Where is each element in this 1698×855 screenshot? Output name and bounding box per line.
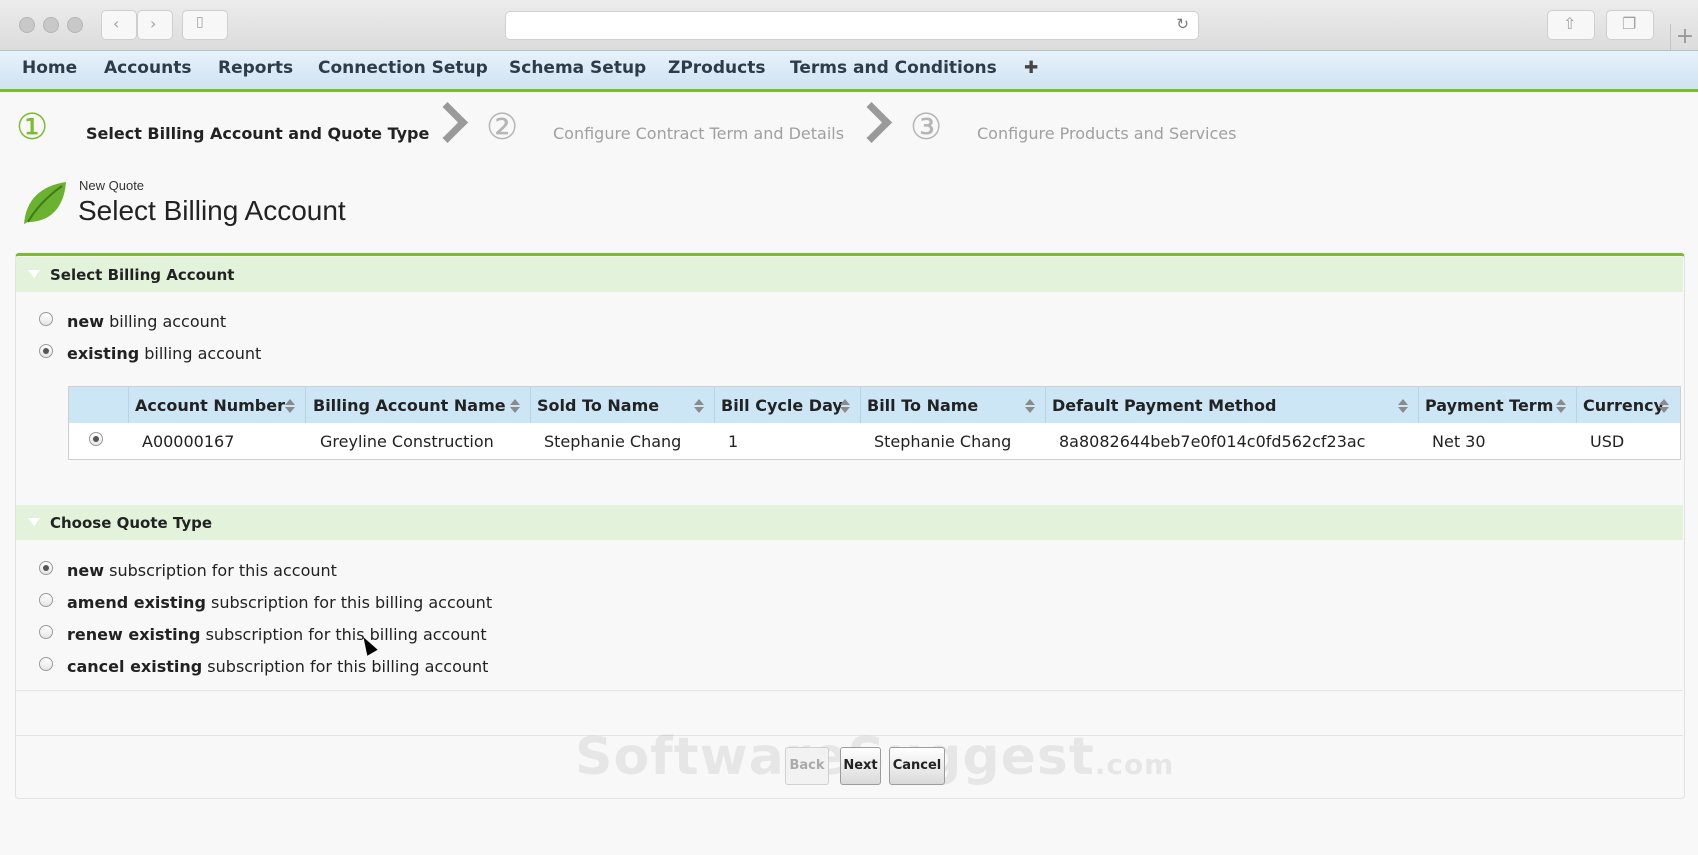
chevron-right-icon: ›: [150, 14, 157, 33]
column-header-account-number[interactable]: Account Number: [135, 396, 285, 415]
billing-accounts-table: Account Number Billing Account Name Sold…: [68, 386, 1681, 460]
add-tab-icon[interactable]: ✚: [1024, 58, 1038, 78]
app-navigation: Home Accounts Reports Connection Setup S…: [0, 51, 1698, 92]
cancel-button[interactable]: Cancel: [889, 747, 945, 785]
quote-type-section-title: Choose Quote Type: [50, 514, 213, 532]
amend-subscription-radio[interactable]: [39, 593, 53, 607]
billing-section-header[interactable]: Select Billing Account: [16, 257, 1683, 292]
cell-payment-term: Net 30: [1432, 432, 1486, 451]
new-billing-account-label: new billing account: [67, 312, 227, 331]
share-icon: ⇧: [1563, 14, 1577, 33]
row-select-radio[interactable]: [89, 432, 103, 446]
forward-nav-button[interactable]: ›: [137, 10, 173, 40]
reload-icon[interactable]: ↻: [1176, 15, 1189, 33]
browser-toolbar: ‹ › ▯ ↻ ⇧ ❐ +: [0, 0, 1698, 51]
cell-billing-account-name: Greyline Construction: [320, 432, 494, 451]
new-subscription-label: new subscription for this account: [67, 561, 337, 580]
back-button[interactable]: Back: [785, 747, 829, 785]
column-divider: [860, 387, 861, 423]
cell-default-payment-method: 8a8082644beb7e0f014c0fd562cf23ac: [1059, 432, 1366, 451]
tabs-icon: ❐: [1622, 14, 1637, 33]
renew-subscription-label: renew existing subscription for this bil…: [67, 625, 487, 644]
step-1-label: Select Billing Account and Quote Type: [86, 124, 430, 143]
nav-reports[interactable]: Reports: [218, 58, 293, 78]
nav-accounts[interactable]: Accounts: [104, 58, 191, 78]
cancel-subscription-radio[interactable]: [39, 657, 53, 671]
cell-bill-to-name: Stephanie Chang: [874, 432, 1012, 451]
new-subscription-radio[interactable]: [39, 561, 53, 575]
nav-schema-setup[interactable]: Schema Setup: [509, 58, 646, 78]
step-2-label: Configure Contract Term and Details: [553, 124, 845, 143]
sidebar-button[interactable]: ▯: [182, 10, 228, 40]
column-divider: [1576, 387, 1577, 423]
step-1-number: ①: [16, 107, 49, 148]
billing-section-title: Select Billing Account: [50, 266, 235, 284]
column-header-sold-to-name[interactable]: Sold To Name: [537, 396, 659, 415]
column-divider: [714, 387, 715, 423]
next-button[interactable]: Next: [840, 747, 881, 785]
nav-terms-and-conditions[interactable]: Terms and Conditions: [790, 58, 997, 78]
column-header-bill-cycle-day[interactable]: Bill Cycle Day: [721, 396, 843, 415]
renew-subscription-radio[interactable]: [39, 625, 53, 639]
column-divider: [530, 387, 531, 423]
amend-subscription-label: amend existing subscription for this bil…: [67, 593, 493, 612]
table-header: Account Number Billing Account Name Sold…: [69, 387, 1680, 423]
step-3-number: ③: [910, 107, 943, 148]
sidebar-icon: ▯: [196, 14, 204, 30]
cancel-subscription-label: cancel existing subscription for this bi…: [67, 657, 489, 676]
column-divider: [128, 387, 129, 423]
browser-window: ‹ › ▯ ↻ ⇧ ❐ + Home Accounts Reports Conn…: [0, 0, 1698, 855]
cell-currency: USD: [1590, 432, 1625, 451]
page-title: Select Billing Account: [78, 195, 346, 226]
column-header-bill-to-name[interactable]: Bill To Name: [867, 396, 978, 415]
column-header-payment-term[interactable]: Payment Term: [1425, 396, 1553, 415]
chevron-right-icon: [850, 101, 893, 144]
nav-zproducts[interactable]: ZProducts: [668, 58, 765, 78]
collapse-triangle-icon[interactable]: [28, 270, 40, 278]
divider: [16, 690, 1683, 691]
minimize-window-button[interactable]: [43, 17, 59, 33]
quote-type-section-header[interactable]: Choose Quote Type: [16, 505, 1683, 540]
column-header-currency[interactable]: Currency: [1583, 396, 1664, 415]
nav-home[interactable]: Home: [22, 58, 77, 78]
cell-bill-cycle-day: 1: [728, 432, 739, 451]
column-header-default-payment-method[interactable]: Default Payment Method: [1052, 396, 1276, 415]
existing-billing-account-radio[interactable]: [39, 344, 53, 358]
cell-sold-to-name: Stephanie Chang: [544, 432, 682, 451]
nav-connection-setup[interactable]: Connection Setup: [318, 58, 488, 78]
new-billing-account-radio[interactable]: [39, 312, 53, 326]
address-bar[interactable]: ↻: [505, 11, 1199, 40]
page-subtitle: New Quote: [79, 178, 145, 193]
share-button[interactable]: ⇧: [1547, 10, 1595, 40]
existing-billing-account-label: existing billing account: [67, 344, 262, 363]
tabs-button[interactable]: ❐: [1606, 10, 1654, 40]
back-nav-button[interactable]: ‹: [101, 10, 137, 40]
column-divider: [1418, 387, 1419, 423]
leaf-icon: [24, 182, 66, 224]
zoom-window-button[interactable]: [67, 17, 83, 33]
plus-icon[interactable]: +: [1670, 24, 1698, 50]
column-divider: [305, 387, 306, 423]
step-2-number: ②: [486, 107, 519, 148]
chevron-left-icon: ‹: [113, 14, 120, 33]
chevron-right-icon: [426, 101, 469, 144]
cell-account-number: A00000167: [142, 432, 235, 451]
step-3-label: Configure Products and Services: [977, 124, 1237, 143]
column-divider: [1045, 387, 1046, 423]
close-window-button[interactable]: [19, 17, 35, 33]
column-header-billing-account-name[interactable]: Billing Account Name: [313, 396, 506, 415]
collapse-triangle-icon[interactable]: [28, 518, 40, 526]
